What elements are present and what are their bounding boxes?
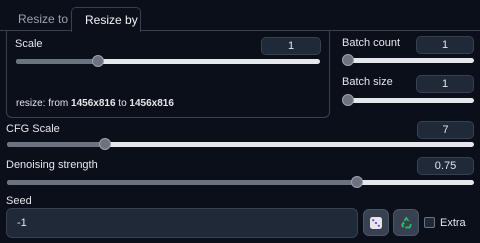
- scale-number-input[interactable]: 1: [261, 37, 321, 55]
- reuse-seed-button[interactable]: [393, 209, 419, 236]
- random-seed-button[interactable]: [363, 209, 389, 236]
- resize-and-generation-settings: Resize to Resize by Scale 1 resize: from…: [0, 0, 480, 243]
- tab-resize-by[interactable]: Resize by: [71, 7, 141, 32]
- seed-input[interactable]: -1: [6, 208, 358, 238]
- batch-size-slider-thumb[interactable]: [342, 94, 354, 106]
- resize-info-middle: to: [115, 98, 130, 109]
- denoising-strength-number-input[interactable]: 0.75: [417, 157, 474, 175]
- scale-slider-fill: [16, 59, 99, 64]
- denoising-strength-slider[interactable]: [7, 176, 474, 188]
- resize-from-dimensions: 1456x816: [71, 98, 116, 109]
- cfg-scale-slider-thumb[interactable]: [99, 138, 112, 150]
- batch-count-label: Batch count: [342, 37, 401, 49]
- tab-resize-to[interactable]: Resize to: [6, 7, 70, 31]
- batch-size-number-input[interactable]: 1: [416, 75, 474, 93]
- batch-count-slider[interactable]: [342, 54, 474, 66]
- batch-size-slider[interactable]: [342, 94, 474, 106]
- recycle-icon: [400, 216, 412, 229]
- resize-info-text: resize: from 1456x816 to 1456x816: [16, 98, 174, 109]
- seed-label: Seed: [6, 195, 32, 207]
- cfg-scale-number-input[interactable]: 7: [417, 121, 474, 139]
- cfg-scale-slider[interactable]: [7, 138, 474, 150]
- cfg-scale-slider-fill: [7, 142, 106, 147]
- batch-size-label: Batch size: [342, 76, 393, 88]
- denoising-strength-slider-thumb[interactable]: [351, 176, 364, 188]
- batch-count-slider-thumb[interactable]: [342, 54, 354, 66]
- denoising-strength-label: Denoising strength: [6, 159, 98, 171]
- scale-label: Scale: [15, 38, 43, 50]
- extra-label: Extra: [440, 217, 466, 229]
- resize-to-dimensions: 1456x816: [129, 98, 174, 109]
- cfg-scale-label: CFG Scale: [6, 123, 60, 135]
- denoising-strength-slider-fill: [7, 180, 358, 185]
- resize-info-prefix: resize: from: [16, 98, 72, 109]
- scale-slider-thumb[interactable]: [92, 55, 105, 67]
- extra-checkbox[interactable]: [424, 217, 435, 228]
- scale-slider[interactable]: [16, 55, 320, 67]
- batch-count-number-input[interactable]: 1: [416, 36, 474, 54]
- dice-icon: [370, 216, 382, 229]
